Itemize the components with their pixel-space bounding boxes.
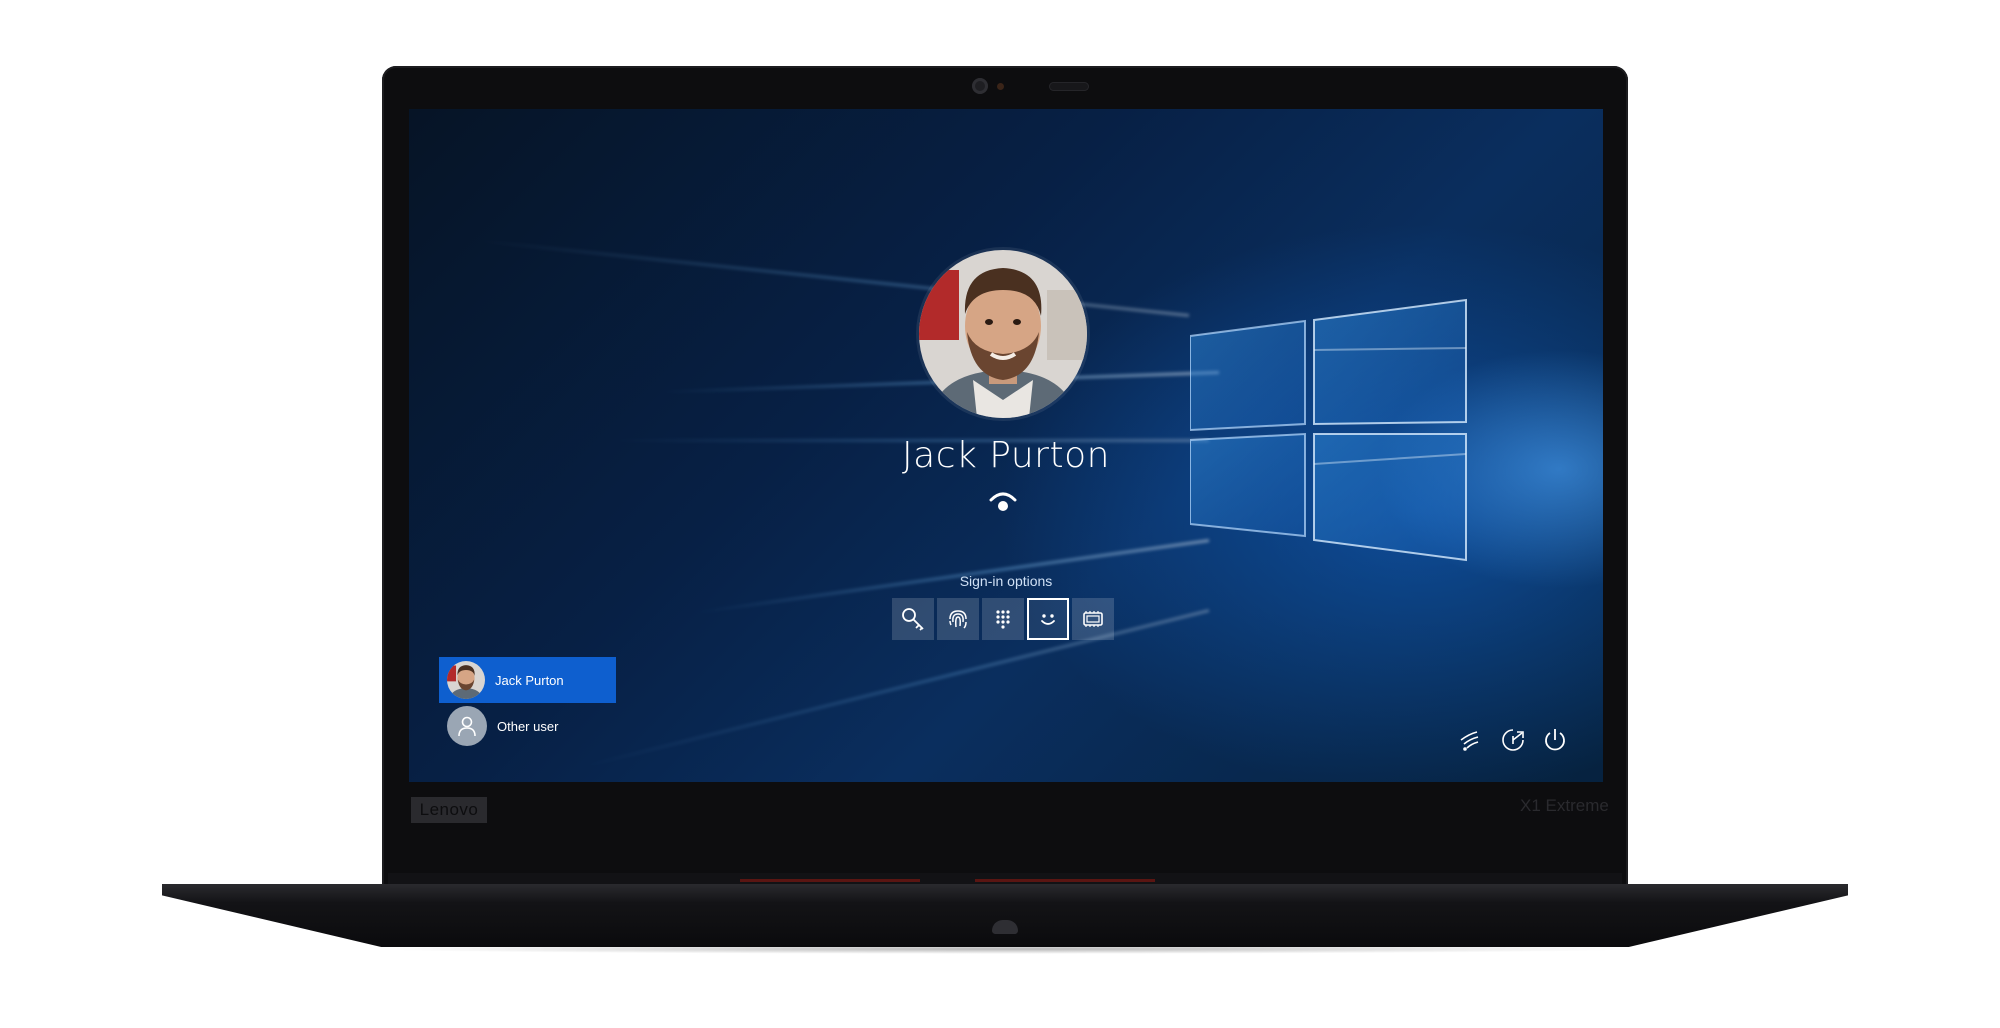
base-shadow [370, 944, 1640, 954]
signin-options-label: Sign-in options [959, 573, 1053, 589]
user-list-item-other-user[interactable]: Other user [439, 703, 616, 749]
windows-logo-icon [1190, 298, 1467, 562]
pin-keypad-icon [996, 610, 1010, 629]
key-icon [902, 608, 924, 631]
security-key-icon [1083, 611, 1103, 627]
user-list-label: Other user [497, 718, 559, 734]
product-photo: Jack Purton Sign-in options Jack Purton … [0, 0, 2000, 1028]
signin-option-security-key[interactable] [1072, 598, 1114, 640]
signin-option-pin[interactable] [982, 598, 1024, 640]
lenovo-logo: Lenovo [411, 797, 487, 823]
face-icon [1041, 614, 1055, 625]
user-list-item-jack-purton[interactable]: Jack Purton [439, 657, 616, 703]
user-switcher: Jack Purton Other user [439, 657, 616, 749]
user-avatar-small [447, 661, 485, 699]
signin-option-face[interactable] [1027, 598, 1069, 640]
ease-of-access-icon[interactable] [1499, 726, 1527, 754]
hinge-accent [740, 879, 920, 882]
hinge-accent [975, 879, 1155, 882]
lock-screen: Jack Purton Sign-in options Jack Purton … [409, 109, 1603, 782]
network-icon[interactable] [1457, 726, 1485, 754]
signin-option-password[interactable] [892, 598, 934, 640]
camera-led [997, 83, 1004, 90]
ir-sensor [1049, 82, 1089, 91]
system-tray [1457, 726, 1569, 754]
webcam-array [382, 78, 1628, 96]
power-icon[interactable] [1541, 726, 1569, 754]
laptop-base [162, 884, 1848, 947]
face-recognition-icon [989, 492, 1017, 511]
lid-notch [992, 920, 1018, 934]
fingerprint-icon [949, 610, 967, 629]
user-name: Jack Purton [902, 435, 1110, 476]
user-list-label: Jack Purton [495, 672, 564, 688]
signin-options-bar [892, 598, 1114, 640]
user-avatar [919, 250, 1087, 418]
user-placeholder-icon [447, 706, 487, 746]
model-label: X1 Extreme [1520, 796, 1609, 815]
webcam-icon [972, 78, 988, 94]
signin-option-fingerprint[interactable] [937, 598, 979, 640]
